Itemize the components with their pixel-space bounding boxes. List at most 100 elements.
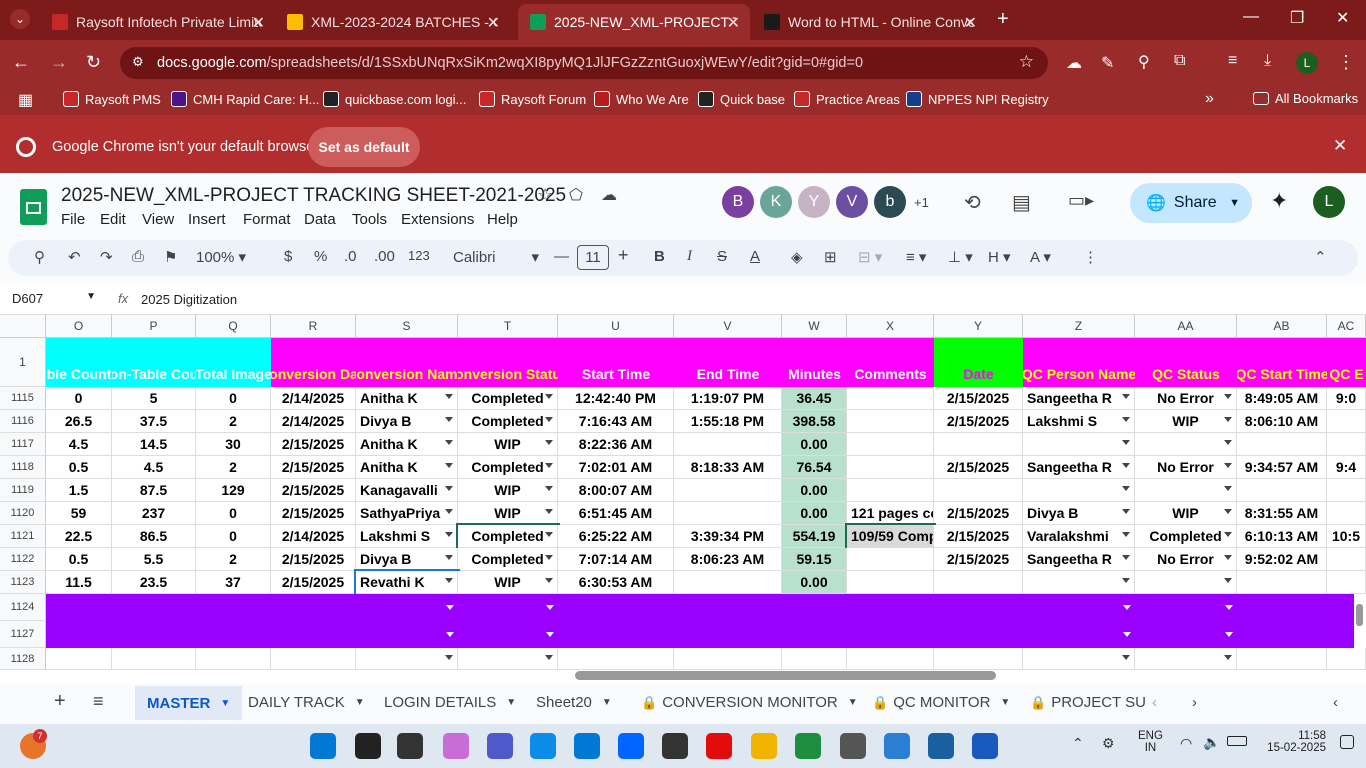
site-info-icon[interactable]: ⚙ xyxy=(132,54,144,70)
purple-row[interactable] xyxy=(46,621,1354,648)
table-cell[interactable]: Divya B xyxy=(1023,502,1135,525)
menu-tools[interactable]: Tools xyxy=(352,211,387,228)
dell-icon[interactable] xyxy=(662,733,688,759)
table-cell[interactable] xyxy=(1237,648,1327,670)
borders-icon[interactable]: ⊞ xyxy=(824,248,837,266)
dropdown-chevron-icon[interactable] xyxy=(546,632,554,637)
add-sheet-button[interactable]: + xyxy=(54,690,66,713)
table-cell[interactable]: 0 xyxy=(196,502,271,525)
header-cell[interactable]: QC Person Name xyxy=(1023,338,1135,387)
spreadsheet-grid[interactable]: O P Q R S T U V W X Y Z AA AB AC 1 ble Count on-Table Cou… xyxy=(0,315,1366,670)
dropdown-chevron-icon[interactable] xyxy=(545,555,553,560)
profile-avatar[interactable]: L xyxy=(1296,52,1318,74)
table-cell[interactable]: Completed xyxy=(458,456,558,479)
menu-data[interactable]: Data xyxy=(304,211,336,228)
dropdown-chevron-icon[interactable] xyxy=(1224,578,1232,583)
italic-icon[interactable]: I xyxy=(687,248,692,265)
zoom-select[interactable]: 100% ▾ xyxy=(196,248,246,266)
header-cell[interactable]: End Time xyxy=(674,338,782,387)
more-collaborators-count[interactable]: +1 xyxy=(914,195,929,210)
table-cell[interactable]: 7:02:01 AM xyxy=(558,456,674,479)
table-cell[interactable]: Completed xyxy=(1135,525,1237,548)
table-cell[interactable] xyxy=(674,502,782,525)
language-indicator[interactable]: ENG IN xyxy=(1138,730,1163,754)
dropdown-chevron-icon[interactable] xyxy=(1122,440,1130,445)
table-cell[interactable]: Anitha K xyxy=(356,456,458,479)
table-cell[interactable]: No Error xyxy=(1135,387,1237,410)
column-header[interactable]: AA xyxy=(1135,315,1237,338)
row-header[interactable]: 1116 xyxy=(0,410,46,433)
table-cell[interactable]: 0 xyxy=(196,387,271,410)
table-cell[interactable]: 37.5 xyxy=(112,410,196,433)
text-color-icon[interactable]: A xyxy=(750,248,760,265)
column-header[interactable]: R xyxy=(271,315,356,338)
table-cell[interactable] xyxy=(1135,433,1237,456)
sheet-tab[interactable]: 🔒 PROJECT SU xyxy=(1030,694,1146,711)
media-icon[interactable]: ≡ xyxy=(1228,52,1237,70)
print-icon[interactable]: ⎙ xyxy=(132,248,144,265)
table-cell[interactable]: 2/15/2025 xyxy=(934,456,1023,479)
table-cell[interactable]: 554.19 xyxy=(782,525,847,548)
all-bookmarks[interactable]: All Bookmarks xyxy=(1253,91,1358,106)
dropdown-chevron-icon[interactable] xyxy=(1224,555,1232,560)
collaborator-avatar[interactable]: K xyxy=(760,186,792,218)
set-as-default-button[interactable]: Set as default xyxy=(308,127,420,167)
formula-input[interactable]: 2025 Digitization xyxy=(141,292,237,307)
dropdown-chevron-icon[interactable] xyxy=(445,532,453,537)
dropdown-chevron-icon[interactable] xyxy=(1224,655,1232,660)
column-header[interactable]: Q xyxy=(196,315,271,338)
reload-icon[interactable]: ↻ xyxy=(86,52,101,73)
table-cell[interactable]: 4.5 xyxy=(46,433,112,456)
table-cell[interactable]: 2 xyxy=(196,410,271,433)
bold-icon[interactable]: B xyxy=(654,248,665,265)
column-header[interactable]: T xyxy=(458,315,558,338)
dropdown-chevron-icon[interactable] xyxy=(546,605,554,610)
row-header[interactable]: 1 xyxy=(0,338,46,387)
collaborator-avatar[interactable]: Y xyxy=(798,186,830,218)
table-cell[interactable] xyxy=(1023,479,1135,502)
document-title[interactable]: 2025-NEW_XML-PROJECT TRACKING SHEET-2021… xyxy=(61,185,566,207)
purple-row[interactable] xyxy=(46,594,1354,621)
percent-format[interactable]: % xyxy=(314,248,327,265)
dropdown-chevron-icon[interactable] xyxy=(545,486,553,491)
volume-icon[interactable]: 🔈 xyxy=(1203,734,1220,751)
dropdown-chevron-icon[interactable] xyxy=(545,578,553,583)
table-cell[interactable]: 8:06:23 AM xyxy=(674,548,782,571)
bookmark-item[interactable]: Raysoft PMS xyxy=(63,91,161,107)
table-cell[interactable] xyxy=(1327,479,1366,502)
table-cell[interactable]: Kanagavalli xyxy=(356,479,458,502)
row-header[interactable]: 1119 xyxy=(0,479,46,502)
file-explorer-icon[interactable] xyxy=(751,733,777,759)
table-cell[interactable]: Completed xyxy=(458,410,558,433)
bookmark-item[interactable]: NPPES NPI Registry xyxy=(906,91,1049,107)
table-cell[interactable]: 87.5 xyxy=(112,479,196,502)
dropdown-chevron-icon[interactable] xyxy=(545,440,553,445)
row-header[interactable]: 1115 xyxy=(0,387,46,410)
bookmark-item[interactable]: Raysoft Forum xyxy=(479,91,586,107)
more-toolbar-icon[interactable]: ⋮ xyxy=(1083,248,1098,266)
dropdown-chevron-icon[interactable] xyxy=(545,394,553,399)
header-cell[interactable]: Minutes xyxy=(782,338,847,387)
table-cell[interactable] xyxy=(674,433,782,456)
bookmark-item[interactable]: quickbase.com logi... xyxy=(323,91,466,107)
font-size-decrease[interactable]: — xyxy=(554,248,569,265)
store-icon[interactable] xyxy=(574,733,600,759)
table-cell[interactable] xyxy=(674,648,782,670)
table-cell[interactable]: 6:30:53 AM xyxy=(558,571,674,594)
download-icon[interactable]: ⤓ xyxy=(1264,52,1271,70)
table-cell[interactable]: 59 xyxy=(46,502,112,525)
dropdown-chevron-icon[interactable] xyxy=(1122,463,1130,468)
text-wrap-icon[interactable]: H ▾ xyxy=(988,248,1011,266)
menu-help[interactable]: Help xyxy=(487,211,518,228)
table-cell[interactable] xyxy=(558,648,674,670)
table-cell[interactable]: 1.5 xyxy=(46,479,112,502)
table-cell[interactable]: 8:06:10 AM xyxy=(1237,410,1327,433)
table-cell[interactable] xyxy=(1237,571,1327,594)
table-cell[interactable]: WIP xyxy=(1135,502,1237,525)
tray-network-app-icon[interactable]: ⚙ xyxy=(1102,735,1115,752)
table-cell[interactable] xyxy=(1135,479,1237,502)
table-cell[interactable]: Completed xyxy=(458,387,558,410)
collaborator-avatar[interactable]: V xyxy=(836,186,868,218)
collaborator-avatar[interactable]: B xyxy=(722,186,754,218)
table-cell[interactable] xyxy=(847,433,934,456)
